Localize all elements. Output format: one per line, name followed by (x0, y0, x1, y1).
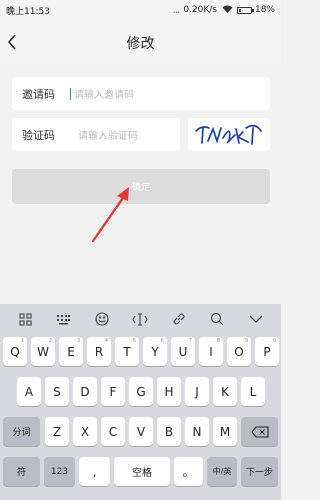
captcha-image[interactable] (188, 118, 270, 151)
invite-code-input[interactable]: 请输入邀请码 (74, 86, 134, 101)
status-dots: ... (172, 4, 180, 16)
key-hint: 1 (20, 338, 24, 344)
invite-code-label: 邀请码 (22, 87, 55, 101)
key-space[interactable]: 空格 (114, 457, 170, 486)
chevron-down-icon[interactable] (246, 309, 266, 329)
keyboard-row-1: Q1W2E3R4T5Y6U7I8O9P0 (0, 337, 281, 367)
key-comma[interactable]: , (79, 457, 110, 486)
key-y[interactable]: Y6 (143, 337, 167, 366)
key-n[interactable]: N (185, 417, 209, 446)
verify-code-field[interactable]: 验证码 请输入验证码 (12, 118, 180, 151)
confirm-button[interactable]: 确定 (12, 169, 270, 204)
battery-percent: 18% (254, 5, 275, 15)
wifi-icon (222, 5, 233, 16)
key-m[interactable]: M (213, 417, 237, 446)
keyboard-row-3: 分词 ZXCVBNM (0, 417, 281, 447)
key-w[interactable]: W2 (31, 337, 55, 366)
key-backspace[interactable] (241, 417, 278, 446)
key-t[interactable]: T5 (115, 337, 139, 366)
key-numbers[interactable]: 123 (44, 457, 75, 486)
key-h[interactable]: H (157, 377, 181, 406)
key-hint: 7 (188, 338, 192, 344)
key-u[interactable]: U7 (171, 337, 195, 366)
key-period[interactable]: 。 (174, 457, 203, 486)
key-k[interactable]: K (213, 377, 237, 406)
key-hint: 2 (48, 338, 52, 344)
invite-code-field[interactable]: 邀请码 请输入邀请码 (12, 77, 270, 110)
key-i[interactable]: I8 (199, 337, 223, 366)
battery-icon (236, 6, 254, 14)
key-f[interactable]: F (101, 377, 125, 406)
emoji-icon[interactable] (92, 309, 112, 329)
key-a[interactable]: A (17, 377, 41, 406)
key-c[interactable]: C (101, 417, 125, 446)
status-bar: 晚上11:53 ... 0.20K/s 18% (0, 0, 281, 20)
soft-keyboard: Q1W2E3R4T5Y6U7I8O9P0 ASDFGHJKL 分词 ZXCVBN… (0, 304, 281, 500)
keyboard-row-2: ASDFGHJKL (0, 377, 281, 407)
key-hint: 6 (160, 338, 164, 344)
key-next[interactable]: 下一步 (241, 457, 278, 486)
key-j[interactable]: J (185, 377, 209, 406)
key-s[interactable]: S (45, 377, 69, 406)
text-cursor (70, 87, 71, 100)
key-x[interactable]: X (73, 417, 97, 446)
key-b[interactable]: B (157, 417, 181, 446)
key-segment[interactable]: 分词 (3, 417, 40, 446)
key-hint: 8 (216, 338, 220, 344)
annotation-arrow (91, 187, 129, 243)
key-p[interactable]: P0 (255, 337, 279, 366)
key-z[interactable]: Z (45, 417, 69, 446)
key-g[interactable]: G (129, 377, 153, 406)
search-icon[interactable] (207, 309, 227, 329)
cursor-icon[interactable] (130, 309, 150, 329)
key-hint: 0 (272, 338, 276, 344)
key-hint: 3 (76, 338, 80, 344)
nav-bar: 修改 (0, 20, 281, 64)
backspace-icon (250, 425, 269, 438)
key-l[interactable]: L (241, 377, 265, 406)
key-symbol[interactable]: 符 (3, 457, 40, 486)
key-hint: 4 (104, 338, 108, 344)
key-r[interactable]: R4 (87, 337, 111, 366)
network-speed: 0.20K/s (183, 5, 217, 15)
key-hint: 5 (132, 338, 136, 344)
key-lang-switch[interactable]: 中/英 (207, 457, 237, 486)
keyboard-icon[interactable] (54, 309, 74, 329)
status-time: 晚上11:53 (6, 6, 50, 17)
link-icon[interactable] (169, 309, 189, 329)
grid-icon[interactable] (15, 309, 35, 329)
verify-code-input[interactable]: 请输入验证码 (78, 127, 138, 142)
key-d[interactable]: D (73, 377, 97, 406)
keyboard-toolbar (0, 304, 281, 334)
keyboard-row-4: 符 123 , 空格 。 中/英 下一步 (0, 457, 281, 487)
key-o[interactable]: O9 (227, 337, 251, 366)
verify-code-label: 验证码 (22, 128, 55, 142)
key-hint: 9 (244, 338, 248, 344)
key-q[interactable]: Q1 (3, 337, 27, 366)
key-e[interactable]: E3 (59, 337, 83, 366)
page-title: 修改 (126, 36, 155, 52)
key-v[interactable]: V (129, 417, 153, 446)
